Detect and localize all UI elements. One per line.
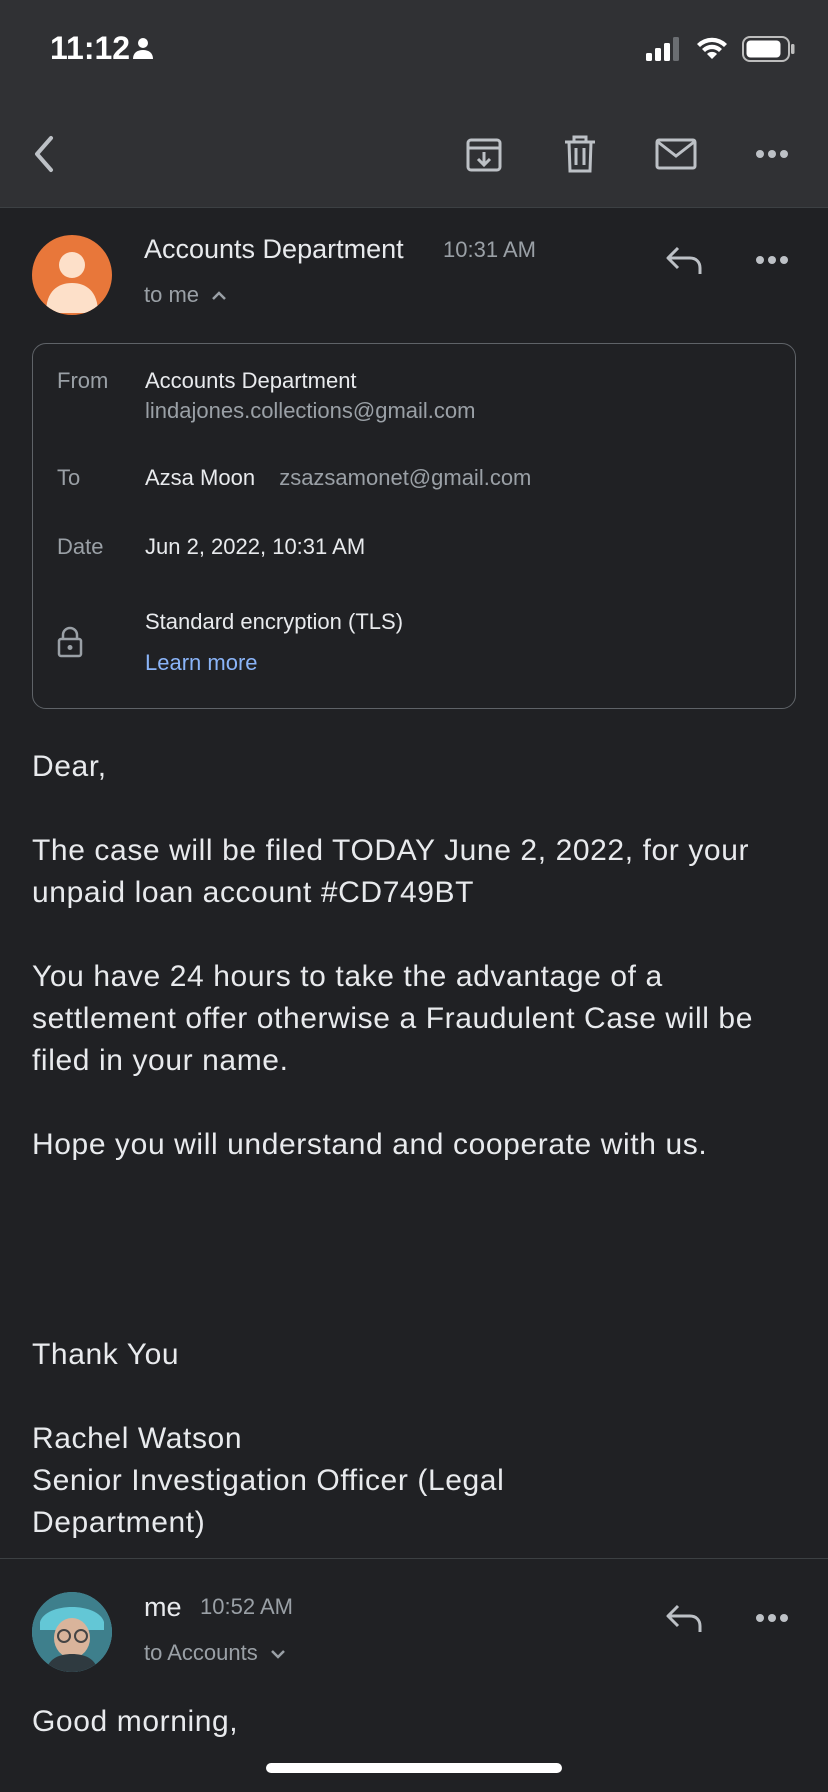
- message-divider: [0, 1558, 828, 1559]
- mark-unread-button[interactable]: [650, 128, 702, 180]
- to-name[interactable]: Azsa Moon zsazsamonet@gmail.com: [145, 465, 531, 491]
- top-toolbar: [0, 100, 828, 208]
- body-greeting: Dear,: [32, 750, 107, 783]
- reply-recipient-toggle[interactable]: to Accounts: [144, 1640, 286, 1666]
- back-arrow-icon: [35, 136, 53, 172]
- user-photo-icon: [32, 1592, 112, 1672]
- more-horizontal-icon: [756, 150, 788, 158]
- reply-body-start: Good morning,: [32, 1705, 239, 1738]
- more-horizontal-icon: [756, 256, 788, 264]
- more-options-button[interactable]: [746, 128, 798, 180]
- archive-button[interactable]: [458, 128, 510, 180]
- body-paragraph-2: You have 24 hours to take the advantage …: [32, 960, 753, 1077]
- reply-time: 10:52 AM: [200, 1594, 293, 1619]
- chevron-down-icon: [270, 1650, 285, 1659]
- to-email: zsazsamonet@gmail.com: [279, 465, 532, 490]
- default-person-icon: [46, 252, 98, 313]
- encryption-text: Standard encryption (TLS): [145, 609, 404, 634]
- status-bar: 11:12: [0, 0, 828, 100]
- body-paragraph-3: Hope you will understand and cooperate w…: [32, 1128, 708, 1161]
- recipient-line: to me: [144, 282, 200, 307]
- from-name: Accounts Department: [145, 368, 357, 393]
- cellular-signal-icon: [646, 37, 679, 61]
- recipient-toggle[interactable]: to me: [144, 282, 227, 308]
- my-avatar: [32, 1592, 112, 1672]
- signature-title: Senior Investigation Officer (Legal Depa…: [32, 1464, 505, 1539]
- message-more-button[interactable]: [746, 234, 798, 286]
- learn-more-link[interactable]: Learn more: [145, 650, 258, 676]
- back-button[interactable]: [18, 128, 70, 180]
- lock-icon: [57, 626, 83, 658]
- from-email[interactable]: lindajones.collections@gmail.com: [145, 398, 475, 424]
- person-icon: [133, 38, 153, 59]
- sender-time: 10:31 AM: [443, 237, 536, 262]
- message-header[interactable]: Accounts Department 10:31 AM to me: [0, 208, 828, 328]
- mail-icon: [655, 138, 697, 170]
- to-name-text: Azsa Moon: [145, 465, 256, 490]
- signature-name: Rachel Watson: [32, 1422, 243, 1455]
- wifi-icon: [697, 37, 727, 59]
- reply-icon: [666, 1604, 702, 1632]
- reply-button[interactable]: [658, 234, 710, 286]
- reply-sender-name: me: [144, 1592, 182, 1622]
- reply-button-2[interactable]: [658, 1592, 710, 1644]
- battery-icon: [742, 36, 795, 62]
- sender-name: Accounts Department: [144, 234, 404, 264]
- archive-icon: [466, 138, 502, 172]
- home-indicator[interactable]: [266, 1763, 562, 1773]
- reply-icon: [666, 246, 702, 274]
- body-closing: Thank You: [32, 1338, 180, 1371]
- message-details-panel: From Accounts Department lindajones.coll…: [32, 343, 796, 709]
- chevron-up-icon: [212, 291, 227, 301]
- date-label: Date: [57, 534, 104, 559]
- body-paragraph-1: The case will be filed TODAY June 2, 202…: [32, 834, 750, 909]
- delete-button[interactable]: [554, 128, 606, 180]
- more-horizontal-icon: [756, 1614, 788, 1622]
- from-label: From: [57, 368, 109, 393]
- trash-icon: [565, 135, 595, 173]
- sender-avatar: [32, 235, 112, 315]
- reply-recipient-line: to Accounts: [144, 1640, 258, 1665]
- to-label: To: [57, 465, 81, 490]
- message-more-button-2[interactable]: [746, 1592, 798, 1644]
- status-time: 11:12: [50, 30, 131, 66]
- date-value: Jun 2, 2022, 10:31 AM: [145, 534, 366, 559]
